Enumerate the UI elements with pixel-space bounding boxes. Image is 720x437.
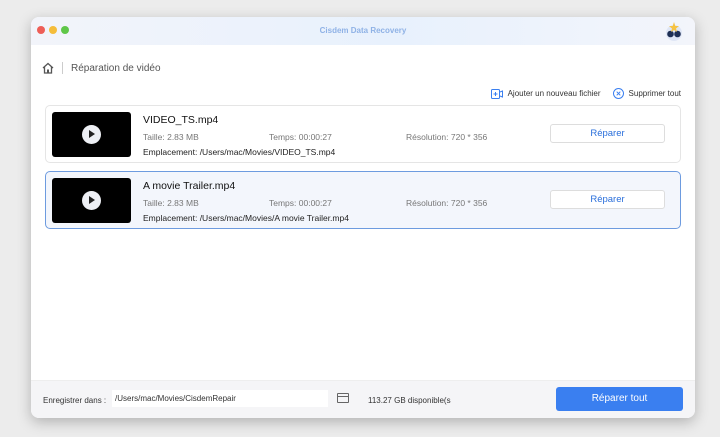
file-size: Taille: 2.83 MB [143, 132, 199, 142]
file-card[interactable]: A movie Trailer.mp4 Taille: 2.83 MB Temp… [45, 171, 681, 229]
repair-button[interactable]: Réparer [550, 124, 665, 143]
file-location: Emplacement: /Users/mac/Movies/VIDEO_TS.… [143, 147, 336, 157]
video-thumbnail[interactable] [52, 112, 131, 157]
file-duration: Temps: 00:00:27 [269, 198, 332, 208]
remove-all-label: Supprimer tout [628, 89, 681, 98]
file-resolution: Résolution: 720 * 356 [406, 198, 488, 208]
file-duration: Temps: 00:00:27 [269, 132, 332, 142]
folder-icon[interactable] [337, 393, 349, 403]
toolbar: Ajouter un nouveau fichier Supprimer tou… [490, 88, 681, 99]
window-title: Cisdem Data Recovery [319, 26, 407, 35]
remove-all-button[interactable]: Supprimer tout [612, 88, 681, 99]
save-path-input[interactable]: /Users/mac/Movies/CisdemRepair [112, 390, 328, 407]
breadcrumb: Réparation de vidéo [42, 62, 161, 74]
save-location-label: Enregistrer dans : [43, 396, 107, 405]
play-icon[interactable] [82, 125, 101, 144]
add-file-button[interactable]: Ajouter un nouveau fichier [490, 88, 601, 99]
file-resolution: Résolution: 720 * 356 [406, 132, 488, 142]
close-circle-icon [612, 88, 624, 99]
app-logo-icon[interactable] [663, 21, 685, 41]
title-bar: Cisdem Data Recovery [31, 17, 695, 45]
page-title: Réparation de vidéo [71, 62, 161, 74]
file-location: Emplacement: /Users/mac/Movies/A movie T… [143, 213, 349, 223]
add-file-label: Ajouter un nouveau fichier [507, 89, 601, 98]
file-size: Taille: 2.83 MB [143, 198, 199, 208]
video-thumbnail[interactable] [52, 178, 131, 223]
available-space: 113.27 GB disponible(s [368, 396, 451, 405]
repair-all-button[interactable]: Réparer tout [556, 387, 683, 411]
add-video-icon [490, 88, 503, 99]
home-icon[interactable] [42, 62, 54, 74]
divider [62, 62, 63, 74]
file-name: VIDEO_TS.mp4 [143, 114, 219, 126]
repair-button[interactable]: Réparer [550, 190, 665, 209]
play-icon[interactable] [82, 191, 101, 210]
file-card[interactable]: VIDEO_TS.mp4 Taille: 2.83 MB Temps: 00:0… [45, 105, 681, 163]
app-window: Cisdem Data Recovery Réparation de vidéo… [31, 17, 695, 418]
file-name: A movie Trailer.mp4 [143, 180, 236, 192]
footer: Enregistrer dans : /Users/mac/Movies/Cis… [31, 380, 695, 418]
